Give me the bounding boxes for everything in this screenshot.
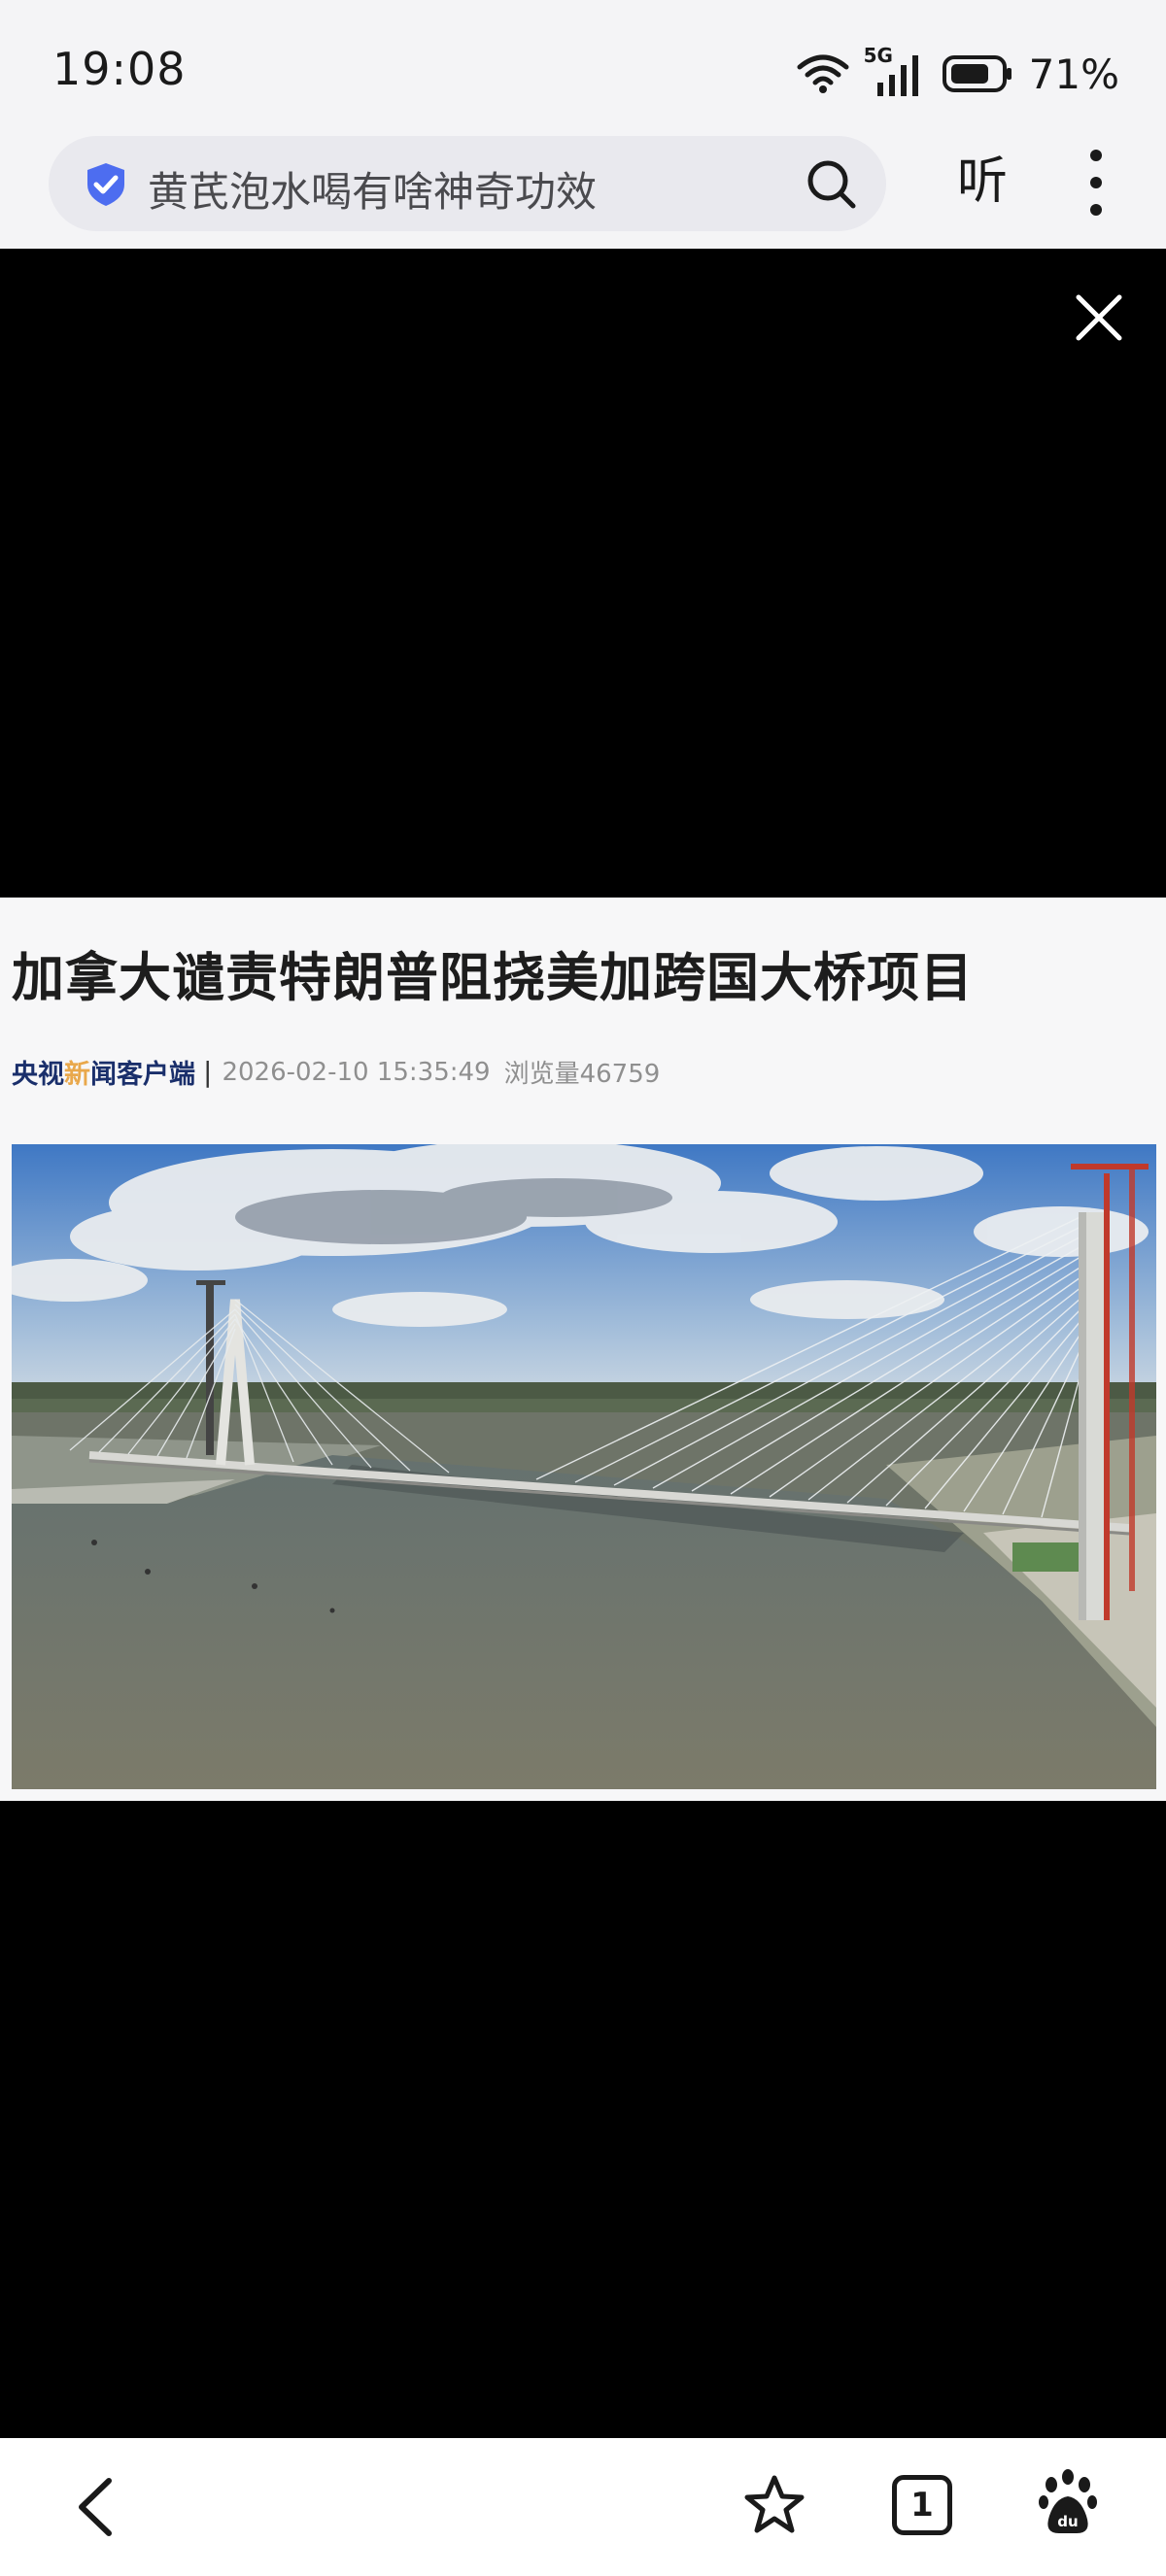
article-title: 加拿大谴责特朗普阻挠美加跨国大桥项目 bbox=[12, 947, 974, 1008]
search-query[interactable]: 黄芪泡水喝有啥神奇功效 bbox=[148, 159, 597, 219]
image-viewer: 加拿大谴责特朗普阻挠美加跨国大桥项目 央视新闻客户端 | 2026-02-10 … bbox=[0, 249, 1166, 2438]
wifi-icon bbox=[797, 54, 849, 93]
meta-separator: | bbox=[203, 1056, 213, 1088]
svg-text:du: du bbox=[1057, 2513, 1078, 2530]
source-part1: 央视 bbox=[12, 1060, 64, 1090]
source-part2: 新 bbox=[64, 1060, 90, 1090]
source-logo: 央视新闻客户端 bbox=[12, 1053, 195, 1091]
tabs-icon[interactable]: 1 bbox=[892, 2475, 952, 2535]
listen-button[interactable]: 听 bbox=[948, 148, 1016, 216]
bridge-photo bbox=[12, 1144, 1156, 1789]
battery-icon bbox=[942, 55, 1012, 92]
status-bar: 19:08 5G 71% bbox=[0, 0, 1166, 136]
address-bar: 黄芪泡水喝有啥神奇功效 听 bbox=[0, 126, 1166, 249]
search-box[interactable]: 黄芪泡水喝有啥神奇功效 bbox=[49, 136, 886, 231]
source-part3: 闻客户端 bbox=[90, 1060, 195, 1090]
signal-icon: 5G bbox=[864, 44, 928, 98]
article-views: 浏览量46759 bbox=[503, 1060, 661, 1089]
back-icon[interactable] bbox=[68, 2475, 126, 2539]
status-indicators: 5G 71% bbox=[796, 44, 1119, 101]
shield-icon bbox=[87, 163, 124, 206]
more-icon[interactable] bbox=[1077, 146, 1115, 220]
bookmark-icon[interactable] bbox=[742, 2473, 806, 2537]
bottom-nav: 1 du bbox=[0, 2438, 1166, 2576]
article-datetime: 2026-02-10 15:35:49 bbox=[222, 1057, 491, 1087]
article-meta: 央视新闻客户端 | 2026-02-10 15:35:49 浏览量46759 bbox=[12, 1053, 660, 1091]
status-time: 19:08 bbox=[52, 43, 187, 95]
battery-percent: 71% bbox=[1028, 50, 1119, 98]
close-icon[interactable] bbox=[1073, 291, 1125, 344]
search-icon[interactable] bbox=[805, 157, 857, 210]
article-screenshot[interactable]: 加拿大谴责特朗普阻挠美加跨国大桥项目 央视新闻客户端 | 2026-02-10 … bbox=[0, 898, 1166, 1801]
baidu-icon[interactable]: du bbox=[1038, 2469, 1098, 2537]
